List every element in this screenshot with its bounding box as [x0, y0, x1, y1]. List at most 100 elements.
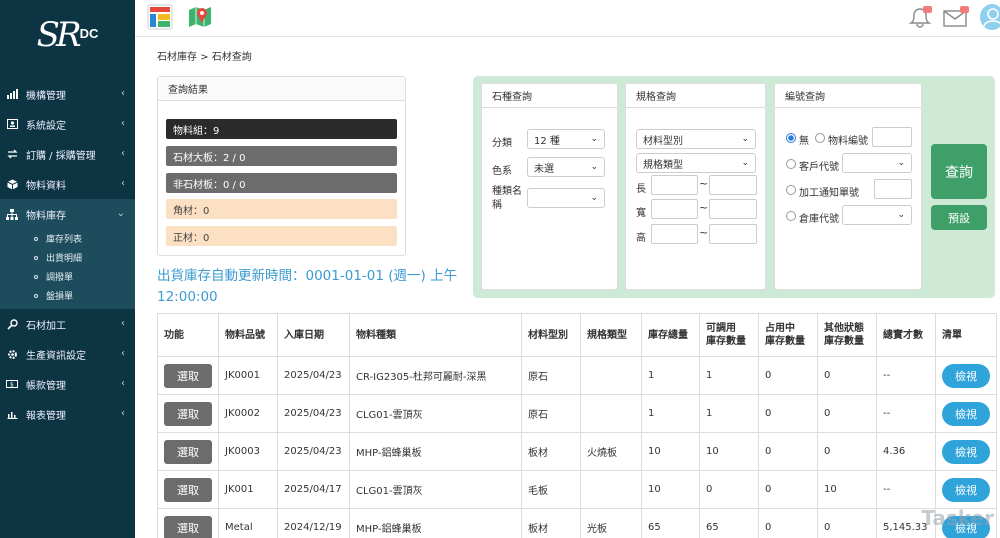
logo[interactable]: SR DC — [0, 0, 135, 70]
report-icon — [6, 408, 18, 420]
table-body: 選取 JK0001 2025/04/23 CR-IG2305-杜邦可麗耐-深黑 原石 1 1… — [157, 356, 997, 538]
color-select[interactable]: 未選 ⌄ — [527, 157, 605, 177]
default-button[interactable]: 預設 — [931, 205, 987, 230]
cell-material-type: 板材 — [521, 432, 581, 471]
cell-material-no: Metal — [218, 508, 278, 538]
radio-warehouse[interactable] — [786, 211, 796, 221]
chevron-down-icon: ⌄ — [590, 193, 598, 203]
view-button[interactable]: 檢視 — [942, 439, 990, 464]
sidebar-item-purchase[interactable]: 訂購 / 採購管理 ‹ — [0, 139, 135, 169]
warehouse-select[interactable]: ⌄ — [842, 205, 912, 225]
range-tilde: ~ — [699, 201, 709, 214]
sidebar-subitem-transfer[interactable]: 調撥單 — [0, 267, 135, 286]
height-max-input[interactable] — [709, 224, 757, 244]
table-row: 選取 JK0002 2025/04/23 CLG01-雲頂灰 原石 1 1 0 0 -- 檢視 — [157, 394, 997, 433]
radio-none[interactable] — [786, 133, 796, 143]
select-button[interactable]: 選取 — [164, 363, 212, 388]
chevron-left-icon: ‹ — [121, 118, 125, 129]
cell-stock-date: 2025/04/23 — [277, 356, 350, 395]
cell-material-kind: MHP-鋁蜂巢板 — [349, 508, 522, 538]
cell-material-kind: CLG01-雲頂灰 — [349, 394, 522, 433]
cell-total-volume: -- — [876, 356, 936, 395]
sidebar-subitem-label: 盤損單 — [46, 292, 74, 302]
cell-function: 選取 — [157, 470, 219, 509]
cell-spec-type — [580, 470, 642, 509]
category-select[interactable]: 12 種 ⌄ — [527, 129, 605, 149]
mail-icon[interactable] — [943, 6, 969, 32]
cell-material-kind: CR-IG2305-杜邦可麗耐-深黑 — [349, 356, 522, 395]
svg-text:$: $ — [10, 382, 14, 389]
width-label: 寬 — [636, 208, 646, 219]
chevron-down-icon: ⌄ — [741, 134, 749, 144]
search-panel: 石種查詢 分類 12 種 ⌄ 色系 未選 ⌄ 種類名稱 ⌄ 規格查詢 材料型別 ⌄ 規… — [473, 76, 995, 298]
select-button[interactable]: 選取 — [164, 439, 212, 464]
length-max-input[interactable] — [709, 175, 757, 195]
sidebar-subitem-label: 庫存列表 — [46, 235, 83, 245]
cell-available-stock: 1 — [699, 356, 759, 395]
view-button[interactable]: 檢視 — [942, 363, 990, 388]
cell-available-stock: 1 — [699, 394, 759, 433]
map-icon[interactable] — [187, 4, 213, 30]
query-result-card: 查詢結果 物料組：9 石材大板：2 / 0 非石材板：0 / 0 角材：0 正材… — [157, 76, 406, 256]
sidebar-item-production[interactable]: 生產資訊設定 ‹ — [0, 339, 135, 369]
width-max-input[interactable] — [709, 199, 757, 219]
sidebar-item-label: 石材加工 — [26, 320, 66, 332]
notification-bell-icon[interactable] — [908, 6, 934, 32]
cell-function: 選取 — [157, 356, 219, 395]
radio-customer[interactable] — [786, 159, 796, 169]
cell-material-no: JK0002 — [218, 394, 278, 433]
sidebar-subitem-stock-list[interactable]: 庫存列表 — [0, 229, 135, 248]
cell-total-stock: 1 — [641, 356, 700, 395]
sidebar-subitem-loss[interactable]: 盤損單 — [0, 286, 135, 305]
cell-available-stock: 0 — [699, 470, 759, 509]
chevron-down-icon: ⌄ — [590, 134, 598, 144]
table-row: 選取 JK0003 2025/04/23 MHP-鋁蜂巢板 板材 火燒板 10 10 0 0 4.3… — [157, 432, 997, 471]
logo-script: SR — [36, 15, 82, 55]
select-button[interactable]: 選取 — [164, 477, 212, 502]
material-type-select[interactable]: 材料型別 ⌄ — [636, 129, 756, 149]
stone-name-select[interactable]: ⌄ — [527, 188, 605, 208]
sidebar-item-label: 機構管理 — [26, 90, 66, 102]
chevron-down-icon: ⌄ — [741, 158, 749, 168]
sidebar-item-system[interactable]: 系統設定 ‹ — [0, 109, 135, 139]
sidebar-subitem-label: 出貨明細 — [46, 254, 83, 264]
spec-query-panel: 規格查詢 材料型別 ⌄ 規格類型 ⌄ 長 ~ 寬 ~ 高 ~ — [625, 83, 766, 290]
sidebar-item-inventory[interactable]: 物料庫存 ⌄ — [0, 199, 135, 229]
sidebar-item-org[interactable]: 機構管理 ‹ — [0, 79, 135, 109]
radio-material-no[interactable] — [815, 133, 825, 143]
radio-none-label: 無 — [799, 136, 809, 147]
sidebar-item-label: 系統設定 — [26, 120, 66, 132]
spec-type-select[interactable]: 規格類型 ⌄ — [636, 153, 756, 173]
select-button[interactable]: 選取 — [164, 515, 212, 538]
height-min-input[interactable] — [651, 224, 698, 244]
process-no-input[interactable] — [874, 179, 912, 199]
customer-select[interactable]: ⌄ — [842, 153, 912, 173]
app-launcher-icon[interactable] — [147, 4, 173, 30]
sidebar-item-accounts[interactable]: $ 帳款管理 ‹ — [0, 369, 135, 399]
length-min-input[interactable] — [651, 175, 698, 195]
cell-function: 選取 — [157, 432, 219, 471]
radio-process-no[interactable] — [786, 185, 796, 195]
col-other-stock: 其他狀態 庫存數量 — [817, 313, 877, 357]
chevron-down-icon: ⌄ — [897, 210, 905, 220]
radio-customer-label: 客戶代號 — [799, 162, 839, 173]
sidebar-item-processing[interactable]: 石材加工 ‹ — [0, 309, 135, 339]
query-button[interactable]: 查詢 — [931, 144, 987, 199]
col-total-stock: 庫存總量 — [641, 313, 700, 357]
width-min-input[interactable] — [651, 199, 698, 219]
select-button[interactable]: 選取 — [164, 401, 212, 426]
sidebar-item-reports[interactable]: 報表管理 ‹ — [0, 399, 135, 429]
view-button[interactable]: 檢視 — [942, 401, 990, 426]
view-button[interactable]: 檢視 — [942, 477, 990, 502]
sidebar-item-material[interactable]: 物料資料 ‹ — [0, 169, 135, 199]
cell-stock-date: 2024/12/19 — [277, 508, 350, 538]
cell-other-stock: 10 — [817, 470, 877, 509]
id-card-icon — [6, 118, 18, 130]
avatar[interactable] — [980, 4, 1000, 30]
material-no-input[interactable] — [872, 127, 912, 147]
top-bar — [135, 0, 1000, 37]
circle-icon — [34, 274, 38, 279]
cell-material-type: 毛板 — [521, 470, 581, 509]
sidebar-subitem-shipment[interactable]: 出貨明細 — [0, 248, 135, 267]
cell-stock-date: 2025/04/23 — [277, 394, 350, 433]
